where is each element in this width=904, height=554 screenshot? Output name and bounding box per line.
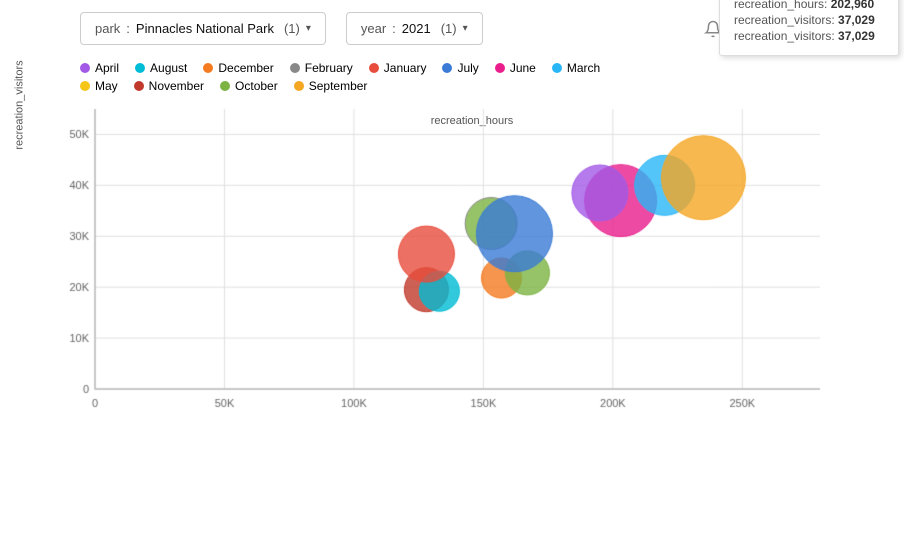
legend-label-december: December bbox=[218, 61, 273, 75]
legend-dot-november bbox=[134, 81, 144, 91]
legend-label-january: January bbox=[384, 61, 427, 75]
scatter-chart bbox=[40, 99, 840, 439]
legend-item-april: April bbox=[80, 61, 119, 75]
year-filter-arrow: ▾ bbox=[463, 23, 468, 34]
legend-dot-september bbox=[294, 81, 304, 91]
legend-label-may: May bbox=[95, 79, 118, 93]
legend-dot-january bbox=[369, 63, 379, 73]
legend-item-may: May bbox=[80, 79, 118, 93]
bell-icon[interactable] bbox=[704, 20, 722, 38]
legend-dot-march bbox=[552, 63, 562, 73]
legend-item-november: November bbox=[134, 79, 204, 93]
legend-item-july: July bbox=[442, 61, 478, 75]
year-filter-key: year bbox=[361, 21, 386, 36]
toolbar-icons bbox=[704, 20, 824, 38]
legend-dot-february bbox=[290, 63, 300, 73]
legend-item-december: December bbox=[203, 61, 273, 75]
legend-dot-june bbox=[495, 63, 505, 73]
legend: April August December February January July Ju… bbox=[0, 57, 904, 97]
filter-icon[interactable] bbox=[738, 20, 756, 38]
legend-item-october: October bbox=[220, 79, 278, 93]
legend-label-october: October bbox=[235, 79, 278, 93]
legend-dot-may bbox=[80, 81, 90, 91]
year-filter-count: (1) bbox=[441, 21, 457, 36]
more-icon[interactable] bbox=[806, 20, 824, 38]
legend-item-august: August bbox=[135, 61, 187, 75]
top-bar: park : Pinnacles National Park (1) ▾ yea… bbox=[0, 0, 904, 57]
legend-dot-august bbox=[135, 63, 145, 73]
legend-dot-december bbox=[203, 63, 213, 73]
park-filter[interactable]: park : Pinnacles National Park (1) ▾ bbox=[80, 12, 326, 45]
y-axis-label: recreation_visitors bbox=[14, 60, 26, 149]
legend-item-september: September bbox=[294, 79, 368, 93]
sparkle-icon[interactable] bbox=[772, 20, 790, 38]
legend-label-june: June bbox=[510, 61, 536, 75]
legend-dot-april bbox=[80, 63, 90, 73]
legend-item-february: February bbox=[290, 61, 353, 75]
legend-label-september: September bbox=[309, 79, 368, 93]
legend-label-april: April bbox=[95, 61, 119, 75]
legend-item-march: March bbox=[552, 61, 600, 75]
park-filter-key: park bbox=[95, 21, 120, 36]
legend-item-june: June bbox=[495, 61, 536, 75]
legend-item-january: January bbox=[369, 61, 427, 75]
year-filter[interactable]: year : 2021 (1) ▾ bbox=[346, 12, 483, 45]
legend-dot-october bbox=[220, 81, 230, 91]
legend-label-november: November bbox=[149, 79, 204, 93]
legend-label-july: July bbox=[457, 61, 478, 75]
park-filter-count: (1) bbox=[284, 21, 300, 36]
year-filter-value: 2021 bbox=[402, 21, 431, 36]
legend-label-august: August bbox=[150, 61, 187, 75]
legend-dot-july bbox=[442, 63, 452, 73]
legend-label-february: February bbox=[305, 61, 353, 75]
legend-label-march: March bbox=[567, 61, 600, 75]
park-filter-arrow: ▾ bbox=[306, 23, 311, 34]
park-filter-value: Pinnacles National Park bbox=[136, 21, 274, 36]
